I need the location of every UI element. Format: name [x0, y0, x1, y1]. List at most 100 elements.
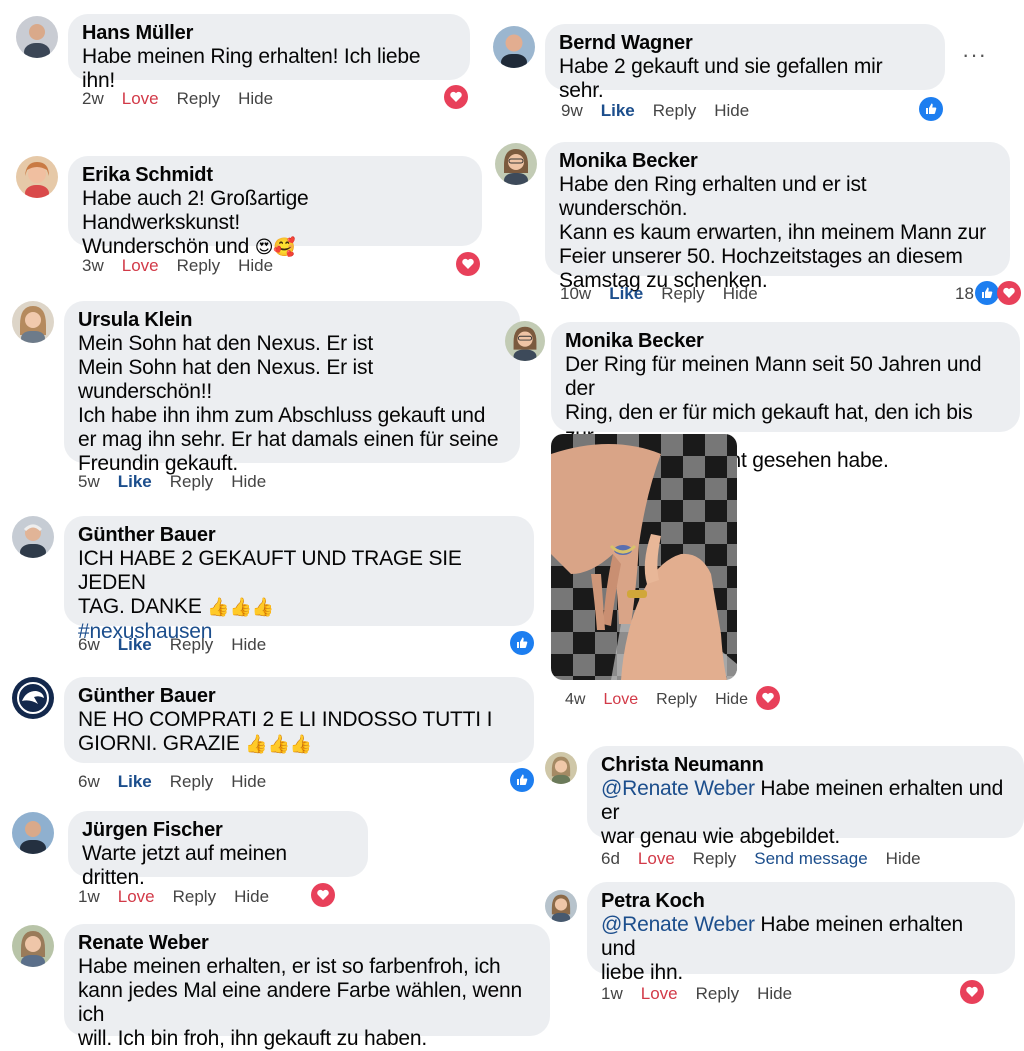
avatar[interactable]: [495, 143, 537, 185]
comment-author[interactable]: Ursula Klein: [78, 309, 506, 332]
heart-icon[interactable]: [997, 281, 1021, 305]
reply-button[interactable]: Reply: [170, 471, 213, 493]
avatar[interactable]: [12, 301, 54, 343]
like-button[interactable]: Like: [609, 283, 643, 305]
reply-button[interactable]: Reply: [696, 983, 739, 1005]
hide-button[interactable]: Hide: [715, 689, 748, 711]
comment-time[interactable]: 6d: [601, 848, 620, 870]
avatar[interactable]: [16, 16, 58, 58]
mention-link[interactable]: @Renate Weber: [601, 777, 755, 800]
like-button[interactable]: Like: [118, 471, 152, 493]
comment-actions: 9w Like Reply Hide: [561, 100, 767, 122]
heart-icon[interactable]: [456, 252, 480, 276]
send-message-button[interactable]: Send message: [754, 848, 867, 870]
thumbs-up-icon[interactable]: [510, 768, 534, 792]
love-button[interactable]: Love: [122, 255, 159, 277]
comment-text: will. Ich bin froh, ihn gekauft zu haben…: [78, 1027, 428, 1050]
mention-link[interactable]: @Renate Weber: [601, 913, 755, 936]
comment-bubble: Günther Bauer NE HO COMPRATI 2 E LI INDO…: [64, 677, 534, 763]
comment-author[interactable]: Günther Bauer: [78, 685, 520, 708]
hide-button[interactable]: Hide: [231, 471, 266, 493]
heart-icon[interactable]: [960, 980, 984, 1004]
comment-time[interactable]: 6w: [78, 634, 100, 656]
comment-time[interactable]: 9w: [561, 100, 583, 122]
avatar[interactable]: [12, 677, 54, 719]
hide-button[interactable]: Hide: [886, 848, 921, 870]
reaction-count[interactable]: 18: [955, 284, 974, 304]
love-button[interactable]: Love: [641, 983, 678, 1005]
avatar[interactable]: [545, 890, 577, 922]
love-button[interactable]: Love: [603, 689, 638, 711]
thumbs-up-icon[interactable]: [510, 631, 534, 655]
comment-actions: 5w Like Reply Hide: [78, 471, 284, 493]
comment-text: Der Ring für meinen Mann seit 50 Jahren …: [565, 353, 982, 400]
comment-actions: 6w Like Reply Hide: [78, 771, 284, 793]
comment-actions: 4w Love Reply Hide: [565, 689, 766, 711]
comment-time[interactable]: 5w: [78, 471, 100, 493]
love-button[interactable]: Love: [122, 88, 159, 110]
hide-button[interactable]: Hide: [234, 886, 269, 908]
avatar[interactable]: [493, 26, 535, 68]
comment-text: Mein Sohn hat den Nexus. Er ist wundersc…: [78, 356, 373, 403]
reply-button[interactable]: Reply: [177, 255, 220, 277]
comment-author[interactable]: Hans Müller: [82, 22, 456, 45]
comment-author[interactable]: Monika Becker: [559, 150, 996, 173]
comment-text: war genau wie abgebildet.: [601, 825, 841, 848]
comment-bubble: Petra Koch @Renate Weber Habe meinen erh…: [587, 882, 1015, 984]
avatar[interactable]: [16, 156, 58, 198]
hide-button[interactable]: Hide: [231, 634, 266, 656]
comment-time[interactable]: 4w: [565, 689, 585, 711]
reply-button[interactable]: Reply: [170, 634, 213, 656]
love-button[interactable]: Love: [638, 848, 675, 870]
avatar[interactable]: [12, 812, 54, 854]
comment-text: Warte jetzt auf meinen dritten.: [82, 842, 287, 889]
hide-button[interactable]: Hide: [714, 100, 749, 122]
comment-author[interactable]: Renate Weber: [78, 932, 536, 955]
heart-icon[interactable]: [444, 85, 468, 109]
comment-bubble: Renate Weber Habe meinen erhalten, er is…: [64, 924, 550, 1050]
comment-author[interactable]: Günther Bauer: [78, 524, 520, 547]
comment-bubble: Bernd Wagner Habe 2 gekauft und sie gefa…: [545, 24, 945, 102]
avatar[interactable]: [12, 516, 54, 558]
heart-icon[interactable]: [756, 686, 780, 710]
comment-author[interactable]: Monika Becker: [565, 330, 1006, 353]
comment-time[interactable]: 2w: [82, 88, 104, 110]
love-button[interactable]: Love: [118, 886, 155, 908]
comment-text: Habe auch 2! Großartige Handwerkskunst!: [82, 187, 309, 234]
like-button[interactable]: Like: [118, 634, 152, 656]
like-button[interactable]: Like: [601, 100, 635, 122]
hide-button[interactable]: Hide: [723, 283, 758, 305]
comment-author[interactable]: Erika Schmidt: [82, 164, 468, 187]
reply-button[interactable]: Reply: [170, 771, 213, 793]
comment-time[interactable]: 10w: [560, 283, 591, 305]
thumbs-up-icon[interactable]: [919, 97, 943, 121]
attached-photo[interactable]: [551, 434, 737, 680]
comment-time[interactable]: 3w: [82, 255, 104, 277]
comment-time[interactable]: 1w: [601, 983, 623, 1005]
reply-button[interactable]: Reply: [653, 100, 696, 122]
comment-author[interactable]: Christa Neumann: [601, 754, 1010, 777]
hide-button[interactable]: Hide: [757, 983, 792, 1005]
heart-icon[interactable]: [311, 883, 335, 907]
avatar[interactable]: [505, 321, 545, 361]
avatar[interactable]: [12, 925, 54, 967]
reply-button[interactable]: Reply: [661, 283, 704, 305]
comment-author[interactable]: Jürgen Fischer: [82, 819, 354, 842]
reply-button[interactable]: Reply: [693, 848, 736, 870]
comment-author[interactable]: Bernd Wagner: [559, 32, 931, 55]
comment-author[interactable]: Petra Koch: [601, 890, 1001, 913]
thumbs-up-icon[interactable]: [975, 281, 999, 305]
reply-button[interactable]: Reply: [656, 689, 697, 711]
comment-bubble: Hans Müller Habe meinen Ring erhalten! I…: [68, 14, 470, 92]
reply-button[interactable]: Reply: [177, 88, 220, 110]
comment-text: TAG. DANKE: [78, 595, 202, 618]
more-options-icon[interactable]: ···: [962, 42, 987, 68]
reply-button[interactable]: Reply: [173, 886, 216, 908]
hide-button[interactable]: Hide: [238, 88, 273, 110]
comment-time[interactable]: 1w: [78, 886, 100, 908]
like-button[interactable]: Like: [118, 771, 152, 793]
avatar[interactable]: [545, 752, 577, 784]
hide-button[interactable]: Hide: [238, 255, 273, 277]
comment-time[interactable]: 6w: [78, 771, 100, 793]
hide-button[interactable]: Hide: [231, 771, 266, 793]
